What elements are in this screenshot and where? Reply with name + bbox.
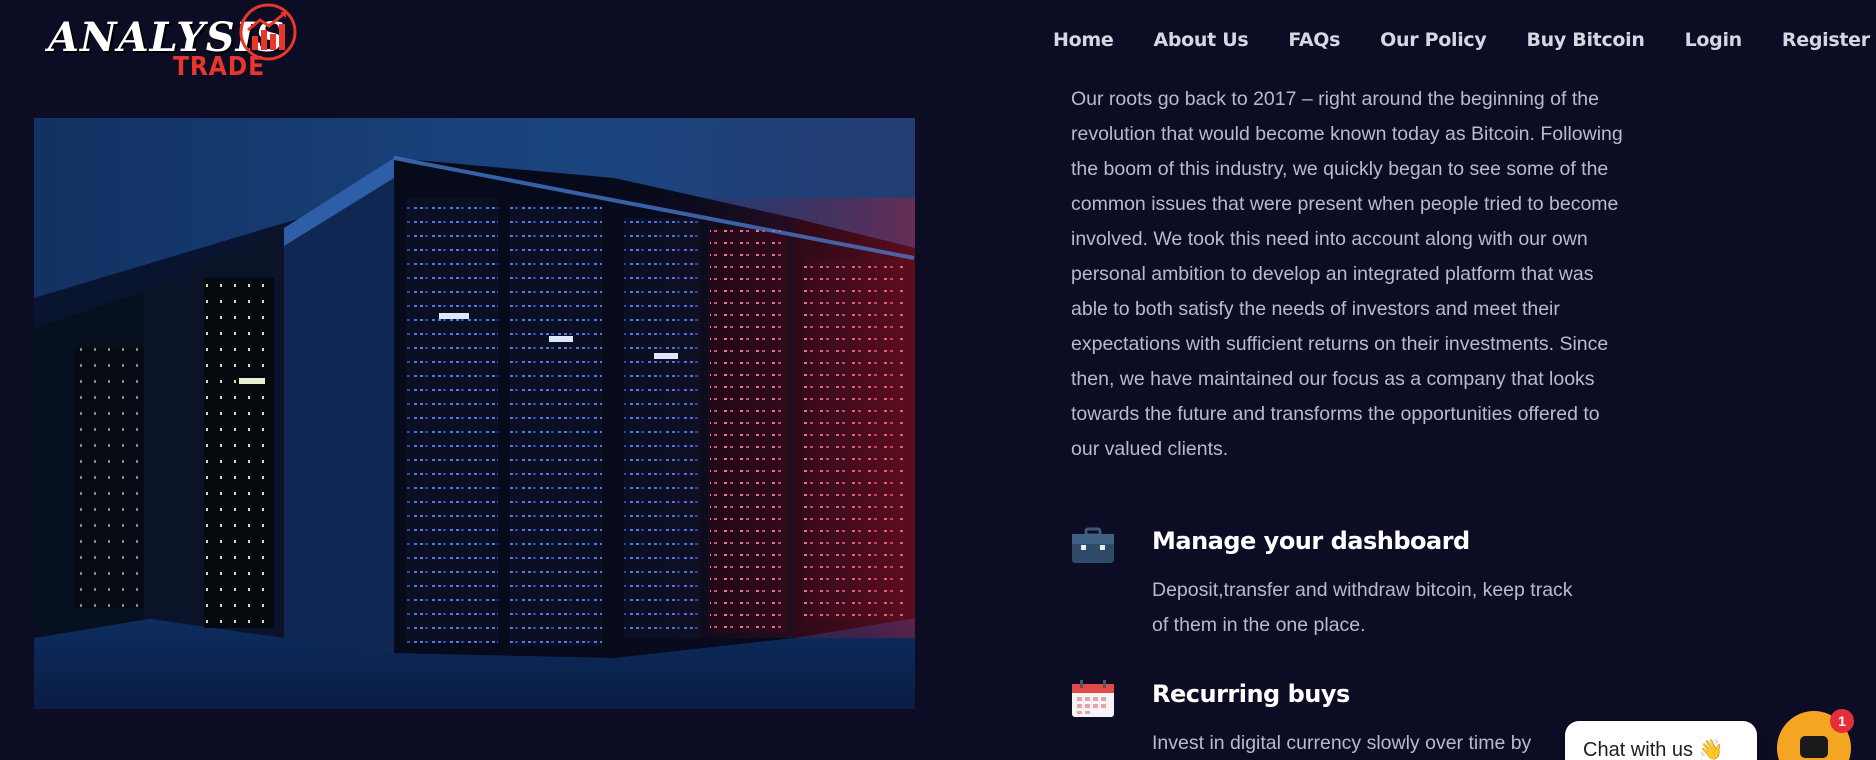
chat-with-us-bubble[interactable]: Chat with us 👋 [1565,721,1757,760]
about-line: our valued clients. [1071,438,1229,460]
nav-home[interactable]: Home [1053,29,1114,51]
about-line: personal ambition to develop an integrat… [1071,263,1594,285]
nav-register[interactable]: Register [1782,29,1870,51]
nav-our-policy[interactable]: Our Policy [1380,29,1487,51]
about-line: able to both satisfy the needs of invest… [1071,298,1560,320]
main-nav: Home About Us FAQs Our Policy Buy Bitcoi… [1053,29,1870,51]
chart-logo-icon [239,3,297,61]
nav-faqs[interactable]: FAQs [1288,29,1340,51]
about-line: expectations with sufficient returns on … [1071,333,1609,355]
feature-description: Deposit,transfer and withdraw bitcoin, k… [1152,573,1592,643]
chat-label: Chat with us [1583,739,1694,760]
about-line: Our roots go back to 2017 – right around… [1071,88,1599,110]
about-line: the boom of this industry, we quickly be… [1071,158,1609,180]
chat-icon [1800,736,1828,758]
feature-title: Recurring buys [1152,680,1350,708]
page: ANALYSIS TRADE Home About Us FAQs Our Po… [0,0,1876,760]
feature-desc-line: Invest in digital currency slowly over t… [1152,732,1532,754]
nav-about-us[interactable]: About Us [1153,29,1248,51]
feature-title: Manage your dashboard [1152,527,1470,555]
nav-login[interactable]: Login [1685,29,1743,51]
about-line: revolution that would become known today… [1071,123,1623,145]
server-room-image [34,118,915,709]
about-line: common issues that were present when peo… [1071,193,1619,215]
calendar-icon [1072,680,1114,717]
about-paragraph: Our roots go back to 2017 – right around… [1071,82,1631,467]
site-header: ANALYSIS TRADE Home About Us FAQs Our Po… [0,0,1876,84]
site-logo[interactable]: ANALYSIS TRADE [48,2,298,84]
briefcase-icon [1072,527,1114,563]
feature-desc-line: of them in the one place. [1152,614,1366,636]
about-line: towards the future and transforms the op… [1071,403,1600,425]
feature-description: Invest in digital currency slowly over t… [1152,726,1592,760]
about-line: then, we have maintained our focus as a … [1071,368,1595,390]
about-line: involved. We took this need into account… [1071,228,1588,250]
chat-notification-badge: 1 [1830,709,1854,733]
nav-buy-bitcoin[interactable]: Buy Bitcoin [1526,29,1644,51]
server-racks-illustration [34,118,915,709]
waving-hand-icon: 👋 [1698,739,1724,760]
feature-desc-line: Deposit,transfer and withdraw bitcoin, k… [1152,579,1573,601]
